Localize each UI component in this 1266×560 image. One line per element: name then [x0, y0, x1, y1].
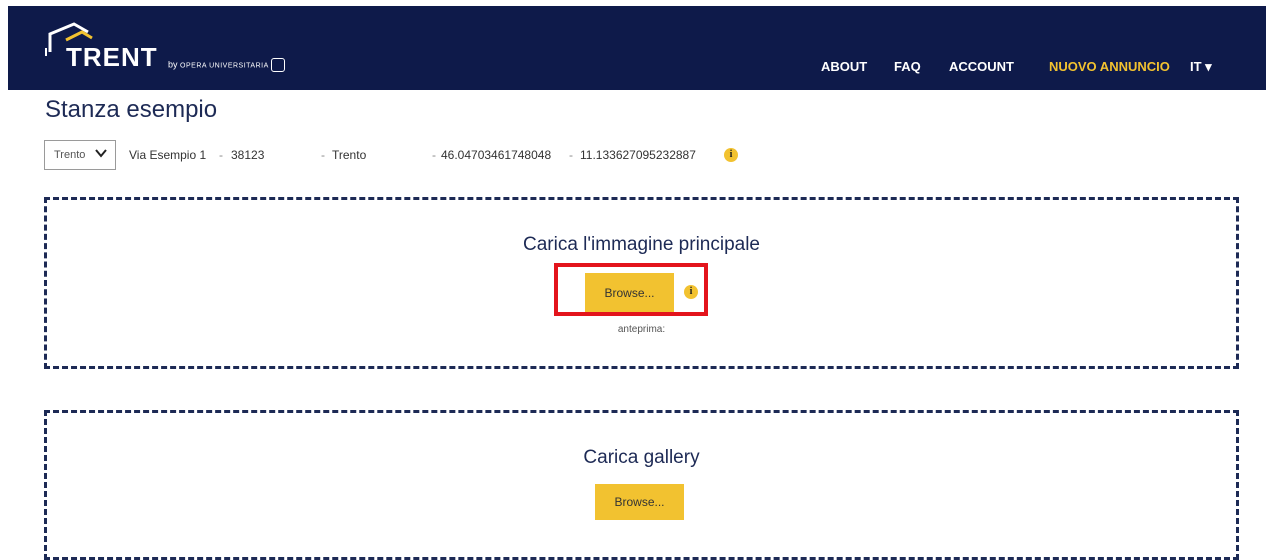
city-field[interactable]: Trento — [332, 148, 366, 162]
city-select-value: Trento — [54, 149, 86, 161]
preview-label: anteprima: — [617, 324, 666, 335]
nav-account[interactable]: ACCOUNT — [949, 59, 1014, 74]
gallery-upload-panel: Carica gallery Browse... — [44, 410, 1239, 560]
nav-faq[interactable]: FAQ — [894, 59, 921, 74]
page-title: Stanza esempio — [45, 96, 218, 123]
highlight-box — [554, 263, 708, 316]
street-field[interactable]: Via Esempio 1 — [129, 148, 206, 162]
postal-code-field[interactable]: 38123 — [231, 148, 264, 162]
gallery-heading: Carica gallery — [583, 447, 700, 468]
top-navbar: TRENT by OPERA UNIVERSITARIA ABOUT FAQ A… — [8, 6, 1266, 90]
city-select[interactable]: Trento — [44, 140, 116, 170]
gallery-browse-button[interactable]: Browse... — [595, 484, 684, 520]
trent-logo[interactable]: TRENT by OPERA UNIVERSITARIA — [44, 22, 294, 78]
latitude-field[interactable]: 46.04703461748048 — [441, 148, 551, 162]
address-row: Trento Via Esempio 1 - 38123 - Trento - … — [44, 140, 804, 170]
longitude-field[interactable]: 11.133627095232887 — [580, 148, 696, 162]
field-separator: - — [219, 148, 223, 162]
language-selector[interactable]: IT ▾ — [1190, 59, 1212, 75]
logo-org-name: OPERA UNIVERSITARIA — [180, 62, 269, 70]
nav-new-listing[interactable]: NUOVO ANNUNCIO — [1049, 59, 1170, 74]
main-image-heading: Carica l'immagine principale — [523, 234, 760, 255]
nav-about[interactable]: ABOUT — [821, 59, 867, 74]
logo-byline: by OPERA UNIVERSITARIA — [168, 58, 286, 72]
chevron-down-icon — [95, 147, 107, 161]
logo-by-prefix: by — [168, 59, 178, 70]
logo-wordmark: TRENT — [66, 42, 158, 72]
university-emblem-icon — [271, 58, 286, 72]
field-separator: - — [569, 148, 573, 162]
field-separator: - — [321, 148, 325, 162]
info-icon[interactable]: i — [724, 148, 738, 162]
field-separator: - — [432, 148, 436, 162]
